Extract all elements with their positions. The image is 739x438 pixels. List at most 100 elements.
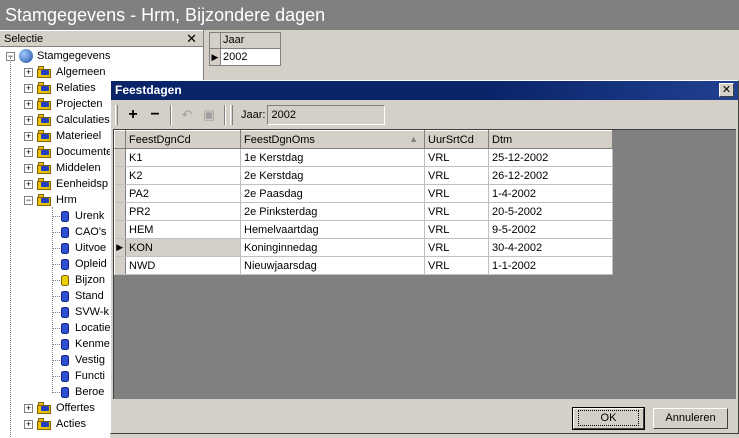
ok-button[interactable]: OK bbox=[572, 407, 645, 430]
folder-icon bbox=[37, 130, 52, 142]
cell-feestdgnoms[interactable]: Koninginnedag bbox=[240, 238, 425, 257]
row-indicator[interactable] bbox=[114, 184, 126, 203]
table-row[interactable]: PR2 2e Pinksterdag VRL 20-5-2002 bbox=[114, 202, 613, 221]
tree-item-projecten[interactable]: + Projecten bbox=[24, 96, 102, 112]
cell-feestdgnoms[interactable]: 2e Kerstdag bbox=[240, 166, 425, 185]
cell-feestdgnoms[interactable]: Hemelvaartdag bbox=[240, 220, 425, 239]
toolbar-grip[interactable] bbox=[230, 105, 233, 125]
cell-uursrtcd[interactable]: VRL bbox=[424, 220, 489, 239]
expand-icon[interactable]: + bbox=[24, 131, 33, 141]
expand-icon[interactable]: + bbox=[24, 83, 33, 93]
expand-icon[interactable]: + bbox=[24, 419, 33, 429]
cell-uursrtcd[interactable]: VRL bbox=[424, 148, 489, 167]
column-header-feestdgncd[interactable]: FeestDgnCd bbox=[125, 130, 241, 149]
cell-dtm[interactable]: 1-1-2002 bbox=[488, 256, 613, 275]
tree-item-relaties[interactable]: + Relaties bbox=[24, 80, 96, 96]
expand-icon[interactable]: + bbox=[24, 115, 33, 125]
table-row[interactable]: PA2 2e Paasdag VRL 1-4-2002 bbox=[114, 184, 613, 203]
cell-feestdgncd[interactable]: K2 bbox=[125, 166, 241, 185]
table-row[interactable]: HEM Hemelvaartdag VRL 9-5-2002 bbox=[114, 220, 613, 239]
remove-button[interactable]: − bbox=[144, 105, 166, 125]
cell-uursrtcd[interactable]: VRL bbox=[424, 238, 489, 257]
row-indicator[interactable] bbox=[114, 202, 126, 221]
cell-feestdgncd[interactable]: PA2 bbox=[125, 184, 241, 203]
tree-item-uitvoe[interactable]: Uitvoe bbox=[61, 240, 106, 256]
cell-feestdgncd[interactable]: KON bbox=[125, 238, 241, 257]
tree-item-acties[interactable]: + Acties bbox=[24, 416, 86, 432]
dialog-close-button[interactable]: ✕ bbox=[719, 83, 734, 97]
selection-close-icon[interactable]: ✕ bbox=[186, 31, 197, 47]
row-indicator[interactable] bbox=[114, 256, 126, 275]
collapse-icon[interactable]: − bbox=[24, 195, 33, 205]
tree-item-offertes[interactable]: + Offertes bbox=[24, 400, 95, 416]
folder-icon bbox=[37, 402, 52, 414]
cell-dtm[interactable]: 30-4-2002 bbox=[488, 238, 613, 257]
tree-item-beroe[interactable]: Beroe bbox=[61, 384, 104, 400]
cell-feestdgnoms[interactable]: Nieuwjaarsdag bbox=[240, 256, 425, 275]
cell-feestdgncd[interactable]: K1 bbox=[125, 148, 241, 167]
table-row[interactable]: ▶ KON Koninginnedag VRL 30-4-2002 bbox=[114, 238, 613, 257]
row-indicator[interactable] bbox=[114, 220, 126, 239]
toolbar-grip[interactable] bbox=[115, 105, 118, 125]
jaar-column-header[interactable]: Jaar bbox=[221, 33, 244, 48]
tree-item-opleid[interactable]: Opleid bbox=[61, 256, 107, 272]
cell-feestdgncd[interactable]: PR2 bbox=[125, 202, 241, 221]
row-indicator[interactable] bbox=[114, 166, 126, 185]
tree-item-hrm[interactable]: − Hrm bbox=[24, 192, 77, 208]
expand-icon[interactable]: + bbox=[24, 163, 33, 173]
tree-root[interactable]: − Stamgegevens bbox=[6, 48, 110, 64]
tree-item-calculaties[interactable]: + Calculaties bbox=[24, 112, 110, 128]
cell-dtm[interactable]: 25-12-2002 bbox=[488, 148, 613, 167]
table-icon bbox=[61, 354, 69, 366]
cell-feestdgncd[interactable]: NWD bbox=[125, 256, 241, 275]
jaar-input[interactable]: 2002 bbox=[267, 105, 386, 125]
tree-item-stand[interactable]: Stand bbox=[61, 288, 104, 304]
tree-item-functi[interactable]: Functi bbox=[61, 368, 105, 384]
save-button[interactable]: ▣ bbox=[198, 105, 220, 125]
tree-item-locatie[interactable]: Locatie bbox=[61, 320, 110, 336]
jaar-cell[interactable]: 2002 bbox=[221, 49, 247, 65]
expand-icon[interactable]: + bbox=[24, 99, 33, 109]
tree-label: CAO's bbox=[75, 226, 107, 238]
tree-item-middelen[interactable]: + Middelen bbox=[24, 160, 101, 176]
row-indicator[interactable] bbox=[114, 148, 126, 167]
tree-item-vestig[interactable]: Vestig bbox=[61, 352, 105, 368]
cell-feestdgnoms[interactable]: 1e Kerstdag bbox=[240, 148, 425, 167]
cell-dtm[interactable]: 26-12-2002 bbox=[488, 166, 613, 185]
tree-item-materieel[interactable]: + Materieel bbox=[24, 128, 101, 144]
table-row[interactable]: K2 2e Kerstdag VRL 26-12-2002 bbox=[114, 166, 613, 185]
tree-item-urenk[interactable]: Urenk bbox=[61, 208, 104, 224]
cell-dtm[interactable]: 9-5-2002 bbox=[488, 220, 613, 239]
column-header-dtm[interactable]: Dtm bbox=[488, 130, 613, 149]
tree-item-algemeen[interactable]: + Algemeen bbox=[24, 64, 106, 80]
tree-item-bijzon[interactable]: Bijzon bbox=[61, 272, 105, 288]
cell-feestdgnoms[interactable]: 2e Paasdag bbox=[240, 184, 425, 203]
cell-uursrtcd[interactable]: VRL bbox=[424, 166, 489, 185]
column-header-uursrtcd[interactable]: UurSrtCd bbox=[424, 130, 489, 149]
tree-item-eenheidsp[interactable]: + Eenheidsp bbox=[24, 176, 108, 192]
column-header-feestdgnoms[interactable]: FeestDgnOms ▲ bbox=[240, 130, 425, 149]
undo-button[interactable]: ↶ bbox=[176, 105, 198, 125]
current-row-indicator-icon[interactable]: ▶ bbox=[114, 238, 126, 257]
table-row[interactable]: NWD Nieuwjaarsdag VRL 1-1-2002 bbox=[114, 256, 613, 275]
folder-icon bbox=[37, 146, 52, 158]
cell-uursrtcd[interactable]: VRL bbox=[424, 256, 489, 275]
expand-icon[interactable]: + bbox=[24, 403, 33, 413]
tree-item-caos[interactable]: CAO's bbox=[61, 224, 106, 240]
tree-item-svwk[interactable]: SVW-k bbox=[61, 304, 109, 320]
cell-feestdgncd[interactable]: HEM bbox=[125, 220, 241, 239]
tree-item-documenten[interactable]: + Documenten bbox=[24, 144, 118, 160]
tree-item-kenme[interactable]: Kenme bbox=[61, 336, 110, 352]
cell-uursrtcd[interactable]: VRL bbox=[424, 202, 489, 221]
jaar-row[interactable]: ▶ 2002 bbox=[210, 49, 280, 65]
cancel-button[interactable]: Annuleren bbox=[653, 408, 728, 429]
add-button[interactable]: + bbox=[122, 105, 144, 125]
expand-icon[interactable]: + bbox=[24, 67, 33, 77]
expand-icon[interactable]: + bbox=[24, 179, 33, 189]
cell-feestdgnoms[interactable]: 2e Pinksterdag bbox=[240, 202, 425, 221]
table-row[interactable]: K1 1e Kerstdag VRL 25-12-2002 bbox=[114, 148, 613, 167]
cell-uursrtcd[interactable]: VRL bbox=[424, 184, 489, 203]
cell-dtm[interactable]: 1-4-2002 bbox=[488, 184, 613, 203]
cell-dtm[interactable]: 20-5-2002 bbox=[488, 202, 613, 221]
expand-icon[interactable]: + bbox=[24, 147, 33, 157]
